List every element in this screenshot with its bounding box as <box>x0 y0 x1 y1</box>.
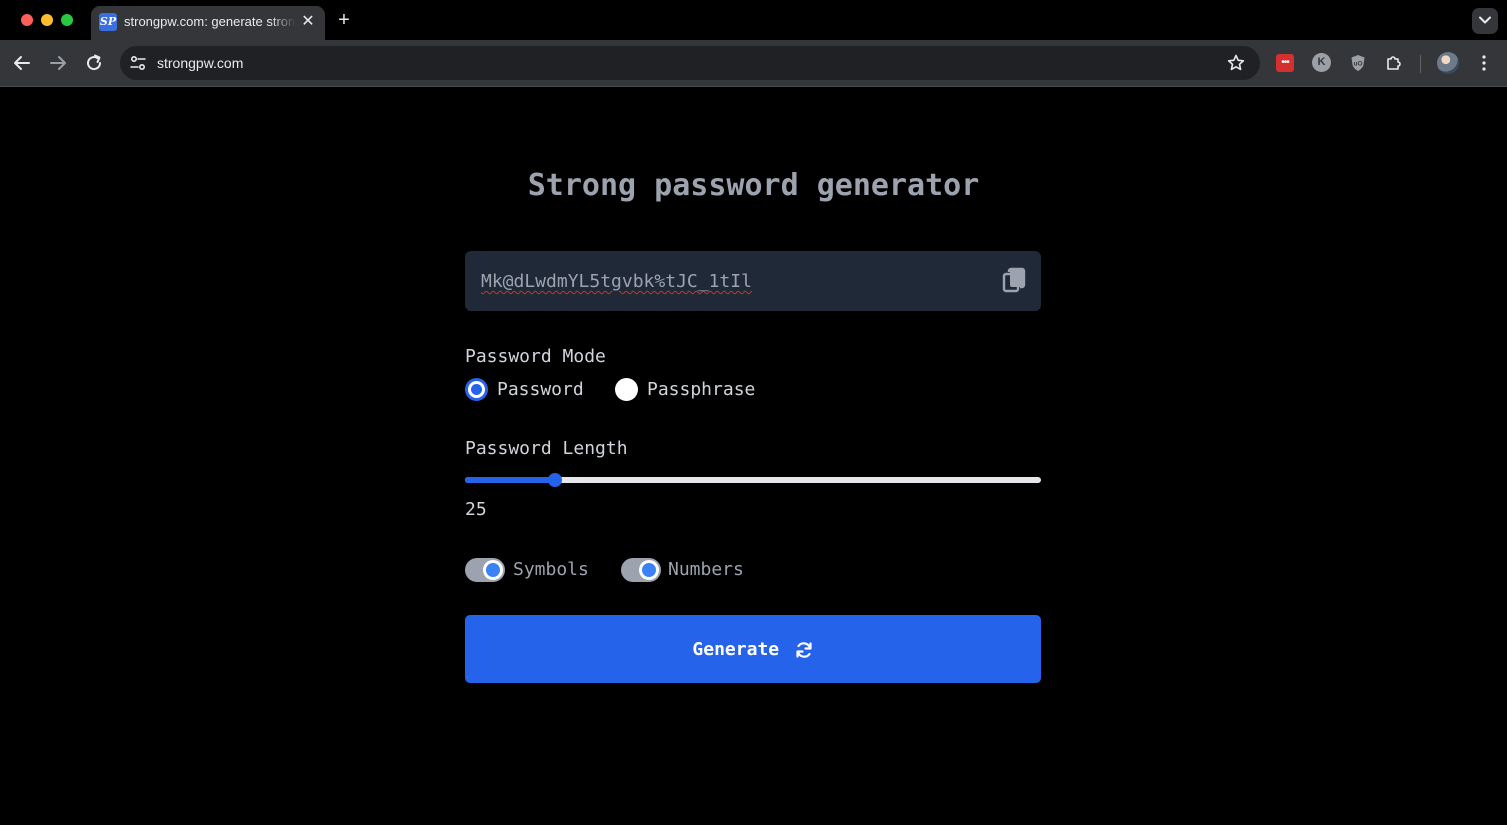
url-text[interactable]: strongpw.com <box>157 55 243 71</box>
extensions-puzzle-icon[interactable] <box>1384 53 1404 73</box>
arrow-left-icon <box>14 56 30 70</box>
forward-button[interactable] <box>46 51 70 75</box>
generated-password[interactable]: Mk@dLwdmYL5tgvbk%tJC_1tIl <box>481 271 752 293</box>
site-favicon-icon: SP <box>99 13 117 31</box>
toggle-knob <box>639 560 659 580</box>
k-extension-icon[interactable]: K <box>1312 53 1331 72</box>
password-mode-option-label[interactable]: Password <box>497 379 584 401</box>
password-length-value: 25 <box>465 499 487 520</box>
toggle-knob <box>483 560 503 580</box>
password-manager-extension-icon[interactable]: ••• <box>1276 54 1294 72</box>
browser-tab-bar: SP strongpw.com: generate strong passwor… <box>0 0 1507 40</box>
slider-fill <box>465 477 555 483</box>
browser-tab[interactable]: SP strongpw.com: generate strong passwor… <box>91 6 325 40</box>
reload-icon <box>87 54 102 71</box>
generate-button-label: Generate <box>692 639 780 660</box>
browser-menu-icon[interactable] <box>1474 53 1494 73</box>
slider-thumb[interactable] <box>548 473 562 487</box>
arrow-right-icon <box>50 56 66 70</box>
numbers-toggle-label[interactable]: Numbers <box>668 559 744 581</box>
address-bar[interactable]: strongpw.com <box>120 46 1260 80</box>
new-tab-icon[interactable]: + <box>334 9 354 31</box>
password-mode-label: Password Mode <box>465 346 606 367</box>
close-window-button[interactable] <box>21 14 33 26</box>
tab-search-button[interactable] <box>1472 8 1498 34</box>
reload-button[interactable] <box>82 51 106 75</box>
generate-button[interactable]: Generate <box>465 615 1041 683</box>
page-title: Strong password generator <box>527 168 980 203</box>
browser-toolbar: strongpw.com ••• K uO <box>0 40 1507 87</box>
site-info-icon[interactable] <box>128 53 148 73</box>
copy-icon <box>1002 267 1026 293</box>
page-content: Strong password generator Mk@dLwdmYL5tgv… <box>0 88 1507 825</box>
profile-avatar[interactable] <box>1437 52 1459 74</box>
refresh-icon <box>795 642 812 658</box>
passphrase-mode-option-label[interactable]: Passphrase <box>647 379 755 401</box>
svg-text:uO: uO <box>1353 61 1362 68</box>
zoom-window-button[interactable] <box>61 14 73 26</box>
copy-button[interactable] <box>1001 267 1027 295</box>
password-length-label: Password Length <box>465 438 628 459</box>
symbols-toggle[interactable] <box>465 558 505 582</box>
toolbar-divider <box>1420 55 1421 73</box>
tab-title: strongpw.com: generate strong passwords <box>124 14 296 29</box>
password-output-field[interactable]: Mk@dLwdmYL5tgvbk%tJC_1tIl <box>465 251 1041 311</box>
symbols-toggle-label[interactable]: Symbols <box>513 559 589 581</box>
password-length-slider[interactable] <box>465 473 1041 487</box>
chevron-down-icon <box>1479 16 1491 24</box>
back-button[interactable] <box>10 51 34 75</box>
bookmark-star-icon[interactable] <box>1226 53 1246 73</box>
passphrase-mode-radio[interactable] <box>615 378 638 401</box>
password-mode-radio[interactable] <box>465 378 488 401</box>
numbers-toggle[interactable] <box>621 558 661 582</box>
minimize-window-button[interactable] <box>41 14 53 26</box>
tab-close-icon[interactable]: ✕ <box>300 12 316 32</box>
ublock-shield-icon[interactable]: uO <box>1348 53 1368 73</box>
